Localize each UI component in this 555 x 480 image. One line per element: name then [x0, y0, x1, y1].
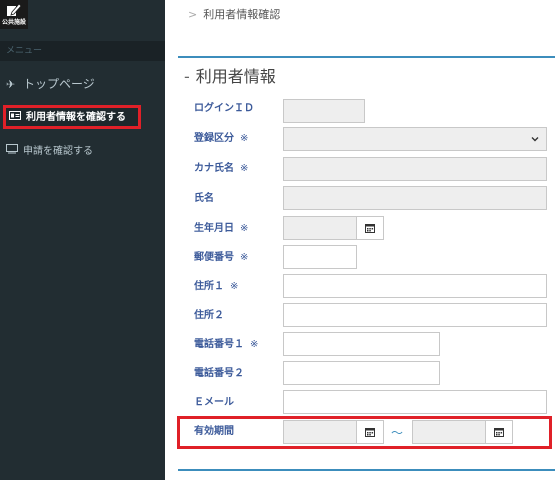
phone2-label: 電話番号２: [194, 368, 244, 379]
calendar-icon: [365, 224, 375, 233]
sidebar: 公共施設 メニュー ✈ トップページ 利用者情報を確認する 申請を確認する: [0, 0, 165, 480]
breadcrumb: > 利用者情報確認: [188, 6, 280, 22]
collapse-dash[interactable]: -: [184, 67, 190, 86]
edit-document-icon: [7, 3, 22, 16]
required-mark: ※: [240, 133, 249, 144]
required-mark: ※: [250, 339, 259, 350]
login-id-field[interactable]: [283, 99, 365, 123]
email-input[interactable]: [283, 390, 547, 414]
birthdate-label: 生年月日 ※: [194, 223, 249, 234]
sidebar-item-label: 利用者情報を確認する: [26, 112, 126, 123]
name-label: 氏名: [194, 193, 214, 204]
address2-label: 住所２: [194, 310, 224, 321]
breadcrumb-current: 利用者情報確認: [203, 8, 281, 21]
required-mark: ※: [240, 223, 249, 234]
sidebar-item-label: トップページ: [23, 77, 95, 91]
sidebar-item-label: 申請を確認する: [23, 146, 93, 157]
plane-icon: ✈: [6, 78, 16, 91]
phone1-label: 電話番号１ ※: [194, 339, 259, 350]
phone2-input[interactable]: [283, 361, 440, 385]
required-mark: ※: [230, 281, 239, 292]
address1-input[interactable]: [283, 274, 547, 298]
required-mark: ※: [240, 163, 249, 174]
chevron-down-icon: [531, 137, 539, 142]
box-top-border: [178, 56, 555, 58]
address1-label: 住所１ ※: [194, 281, 239, 292]
sidebar-item-top-page[interactable]: ✈ トップページ: [0, 72, 165, 96]
registration-type-label: 登録区分 ※: [194, 133, 249, 144]
monitor-icon: [6, 139, 20, 163]
box-bottom-border: [178, 469, 555, 471]
section-title: - 利用者情報: [184, 63, 276, 87]
registration-type-select[interactable]: [283, 127, 547, 151]
logo[interactable]: 公共施設: [0, 0, 28, 29]
birthdate-calendar-button[interactable]: [356, 216, 384, 240]
logo-text: 公共施設: [1, 19, 26, 26]
postal-code-input[interactable]: [283, 245, 357, 269]
breadcrumb-separator: >: [188, 8, 198, 21]
login-id-label: ログインＩＤ: [194, 103, 254, 114]
birthdate-field[interactable]: [283, 216, 357, 240]
email-label: Ｅメール: [194, 397, 234, 408]
address2-input[interactable]: [283, 303, 547, 327]
postal-code-label: 郵便番号 ※: [194, 252, 249, 263]
validity-highlight-box: [177, 416, 552, 449]
name-field[interactable]: [283, 186, 547, 210]
kana-name-label: カナ氏名 ※: [194, 163, 249, 174]
menu-header: メニュー: [0, 41, 165, 61]
required-mark: ※: [240, 252, 249, 263]
section-title-text: 利用者情報: [195, 67, 276, 86]
phone1-input[interactable]: [283, 332, 440, 356]
sidebar-item-applications[interactable]: 申請を確認する: [0, 139, 165, 163]
kana-name-field[interactable]: [283, 157, 547, 181]
sidebar-item-user-info[interactable]: 利用者情報を確認する: [3, 105, 141, 129]
id-card-icon: [9, 108, 23, 126]
